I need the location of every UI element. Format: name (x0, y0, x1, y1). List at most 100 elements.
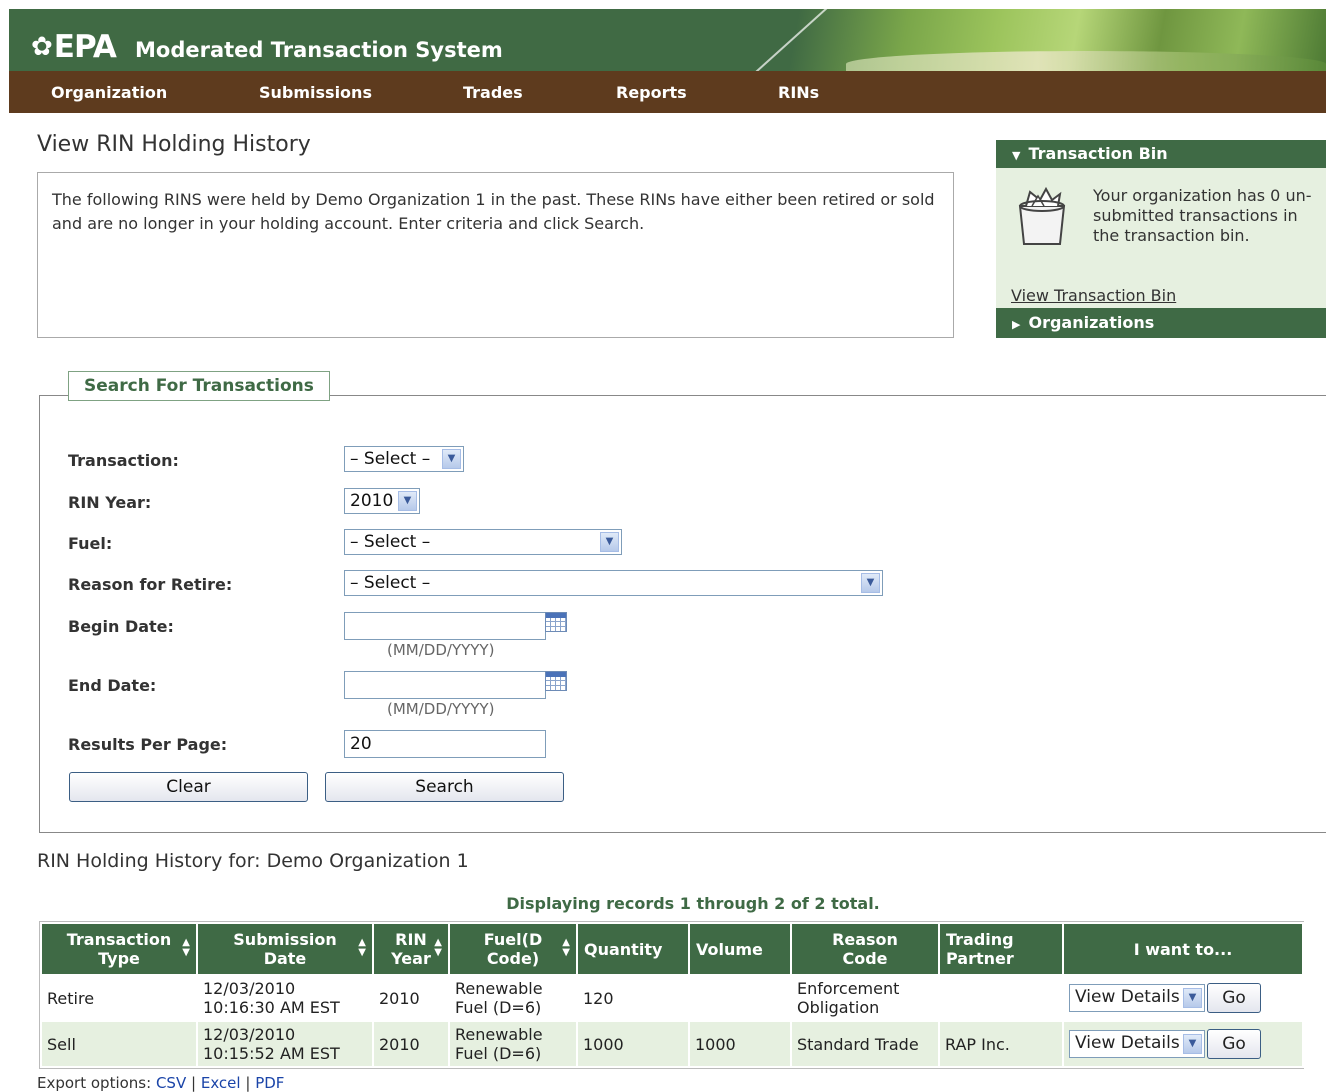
time-text: 10:16:30 AM EST (203, 998, 340, 1017)
fuel-select[interactable]: – Select – ▼ (344, 529, 622, 555)
nav-organization[interactable]: Organization (51, 83, 167, 102)
reason-text: Obligation (797, 998, 880, 1017)
epa-flower-icon: ✿ (31, 32, 53, 62)
begin-date-label: Begin Date: (68, 617, 174, 636)
nav-rins[interactable]: RINs (778, 83, 819, 102)
cell-year: 2010 (379, 988, 420, 1008)
cell-fuel: Renewable Fuel (D=6) (450, 1022, 576, 1066)
search-button[interactable]: Search (325, 772, 564, 802)
cell-quantity: 1000 (578, 1022, 688, 1066)
col-label: Reason (832, 930, 898, 949)
col-label: Code) (486, 949, 540, 968)
search-fieldset (39, 395, 1326, 833)
col-label: Date (263, 949, 307, 968)
begin-date-hint: (MM/DD/YYYY) (387, 641, 495, 659)
export-options: Export options: CSV | Excel | PDF (37, 1074, 284, 1092)
col-reason-code: Reason Code (792, 924, 938, 974)
export-pdf-link[interactable]: PDF (255, 1074, 284, 1092)
col-fuel-code[interactable]: Fuel(D Code) ▲ ▼ (450, 924, 576, 974)
transaction-label: Transaction: (68, 451, 179, 470)
col-label: Submission (233, 930, 337, 949)
reason-label: Reason for Retire: (68, 575, 233, 594)
col-label: RIN (395, 930, 427, 949)
results-per-page-label: Results Per Page: (68, 735, 228, 754)
transaction-bin-header[interactable]: ▼ Transaction Bin (996, 140, 1326, 168)
view-transaction-bin-link[interactable]: View Transaction Bin (1011, 286, 1176, 305)
sort-icon: ▲ ▼ (358, 937, 366, 958)
col-trading-partner: Trading Partner (940, 924, 1062, 974)
chevron-down-icon: ▼ (442, 449, 461, 469)
cell-year: 2010 (374, 1022, 448, 1066)
nav-reports[interactable]: Reports (616, 83, 687, 102)
calendar-icon[interactable] (545, 671, 567, 691)
site-header: ✿ EPA Moderated Transaction System (9, 9, 1326, 71)
separator: | (191, 1074, 197, 1092)
main-nav: Organization Submissions Trades Reports … (9, 71, 1326, 113)
intro-text: The following RINS were held by Demo Org… (52, 190, 935, 233)
fuel-select-value: – Select – (350, 532, 431, 552)
results-per-page-input[interactable]: 20 (344, 730, 546, 758)
transaction-select[interactable]: – Select – ▼ (344, 446, 464, 472)
transaction-bin-panel: Your organization has 0 un-submitted tra… (996, 168, 1326, 308)
cell-partner: RAP Inc. (940, 1022, 1062, 1066)
action-select[interactable]: View Details ▼ (1069, 1030, 1205, 1058)
organizations-header[interactable]: ▶ Organizations (996, 308, 1326, 338)
date-text: 12/03/2010 (203, 1025, 296, 1044)
end-date-input[interactable] (344, 671, 546, 699)
date-text: 12/03/2010 (203, 979, 296, 998)
transaction-bin-icon (1018, 186, 1066, 245)
fuel-label: Fuel: (68, 534, 113, 553)
col-transaction-type[interactable]: Transaction Type ▲ ▼ (42, 924, 196, 974)
cell-fuel: Renewable Fuel (D=6) (450, 976, 576, 1020)
go-button[interactable]: Go (1207, 983, 1261, 1013)
clear-button[interactable]: Clear (69, 772, 308, 802)
transaction-select-value: – Select – (350, 449, 431, 469)
nav-submissions[interactable]: Submissions (259, 83, 372, 102)
epa-logo[interactable]: ✿ EPA (31, 29, 117, 65)
action-select[interactable]: View Details ▼ (1069, 984, 1205, 1012)
export-excel-link[interactable]: Excel (201, 1074, 241, 1092)
col-volume: Volume (690, 924, 790, 974)
go-button[interactable]: Go (1207, 1029, 1261, 1059)
col-label: Transaction (66, 930, 172, 949)
epa-logo-text: EPA (53, 29, 117, 65)
cell-quantity: 120 (583, 988, 614, 1008)
chevron-down-icon: ▼ (861, 573, 880, 593)
cell-type: Sell (42, 1022, 196, 1066)
time-text: 10:15:52 AM EST (203, 1044, 340, 1063)
col-quantity: Quantity (578, 924, 688, 974)
collapse-triangle-icon: ▼ (1012, 149, 1021, 162)
cell-volume: 1000 (690, 1022, 790, 1066)
calendar-icon[interactable] (545, 612, 567, 632)
col-submission-date[interactable]: Submission Date ▲ ▼ (198, 924, 372, 974)
rin-year-label: RIN Year: (68, 493, 152, 512)
cell-actions: View Details ▼ Go (1064, 1022, 1302, 1066)
end-date-hint: (MM/DD/YYYY) (387, 700, 495, 718)
nav-trades[interactable]: Trades (463, 83, 523, 102)
col-actions: I want to... (1064, 924, 1302, 974)
col-rin-year[interactable]: RIN Year ▲ ▼ (374, 924, 448, 974)
rin-year-select[interactable]: 2010 ▼ (344, 488, 420, 514)
fuel-text: Renewable (455, 1025, 543, 1044)
header-landscape-image (726, 9, 1326, 71)
fuel-code-text: Fuel (D=6) (455, 1044, 542, 1063)
reason-select[interactable]: – Select – ▼ (344, 570, 883, 596)
fuel-text: Renewable (455, 979, 543, 998)
cell-volume (690, 976, 790, 1020)
organizations-title: Organizations (1028, 313, 1155, 332)
cell-partner (940, 976, 1062, 1020)
export-csv-link[interactable]: CSV (156, 1074, 186, 1092)
sort-icon: ▲ ▼ (562, 937, 570, 958)
chevron-down-icon: ▼ (1183, 988, 1202, 1008)
begin-date-input[interactable] (344, 612, 546, 640)
cell-type: Retire (47, 988, 95, 1008)
col-label: Trading (946, 930, 1014, 949)
app-title: Moderated Transaction System (135, 38, 503, 62)
col-label: Code (842, 949, 888, 968)
col-label: Fuel(D (483, 930, 543, 949)
col-label: Year (391, 949, 431, 968)
intro-box: The following RINS were held by Demo Org… (37, 172, 954, 338)
transaction-bin-message: Your organization has 0 un-submitted tra… (1093, 186, 1312, 245)
action-select-value: View Details (1075, 987, 1180, 1007)
cell-date: 12/03/2010 10:15:52 AM EST (198, 1022, 372, 1066)
